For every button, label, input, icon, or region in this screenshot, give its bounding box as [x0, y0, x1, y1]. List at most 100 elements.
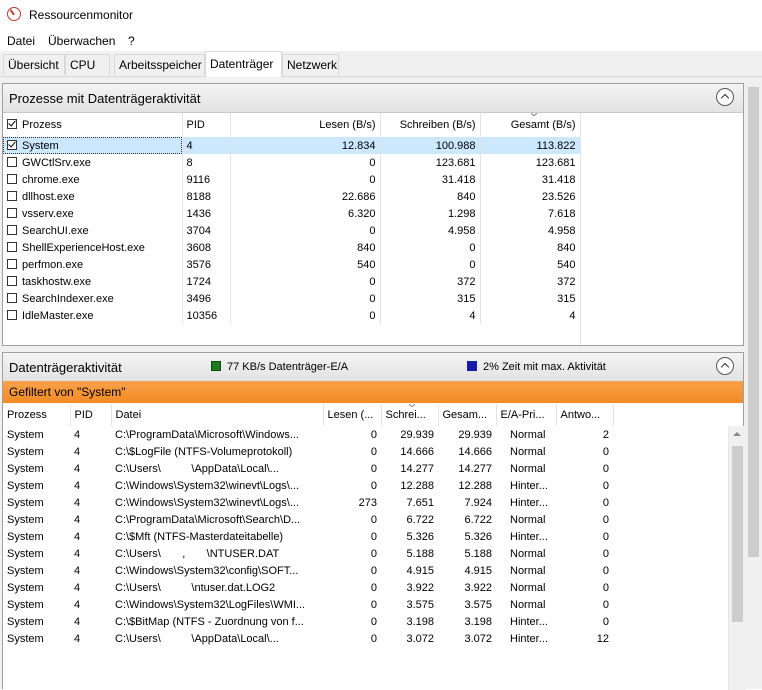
process-row[interactable]: taskhostw.exe 1724 0 372 372: [3, 273, 581, 290]
select-all-checkbox[interactable]: [7, 119, 17, 129]
disk-activity-row[interactable]: System 4 C:\Windows\System32\winevt\Logs\.…: [3, 494, 613, 511]
process-checkbox[interactable]: [7, 156, 17, 167]
disk-read-cell: 0: [370, 581, 377, 594]
disk-read-cell: 0: [370, 445, 377, 458]
col-datei[interactable]: Datei: [111, 404, 324, 426]
process-write-cell: 0: [380, 239, 481, 256]
process-checkbox[interactable]: [7, 207, 17, 218]
disk-panel-header[interactable]: Datenträgeraktivität 77 KB/s Datenträger…: [3, 353, 743, 382]
tab-uebersicht[interactable]: Übersicht: [3, 54, 65, 75]
disk-file-cell: C:\$LogFile (NTFS-Volumeprotokoll): [115, 445, 293, 458]
window-scrollbar-thumb[interactable]: [748, 87, 759, 557]
processes-panel-header[interactable]: Prozesse mit Datenträgeraktivität: [3, 84, 743, 113]
tab-datentraeger[interactable]: Datenträger: [205, 51, 282, 77]
col-prozess[interactable]: Prozess: [3, 404, 71, 426]
disk-read-cell: 0: [370, 530, 377, 543]
menu-datei[interactable]: Datei: [7, 34, 35, 48]
tab-cpu[interactable]: CPU: [65, 54, 110, 75]
disk-activity-row[interactable]: System 4 C:\$LogFile (NTFS-Volumeprotokoll…: [3, 443, 613, 460]
disk-activity-row[interactable]: System 4 C:\Windows\System32\config\SOFT..…: [3, 562, 613, 579]
disk-total-cell: 5.188: [464, 547, 492, 560]
process-checkbox[interactable]: [7, 139, 17, 150]
process-pid-cell: 10356: [182, 307, 231, 324]
sort-desc-icon: [409, 404, 415, 407]
process-checkbox[interactable]: [7, 292, 17, 303]
col-schreiben[interactable]: Schrei...: [381, 404, 439, 426]
disk-response-cell: 0: [602, 564, 609, 577]
collapse-processes-icon[interactable]: [716, 88, 734, 106]
disk-response-cell: 0: [602, 462, 609, 475]
disk-activity-row[interactable]: System 4 C:\Users\ , \NTUSER.DAT 0 5.188 5.18…: [3, 545, 613, 562]
collapse-disk-icon[interactable]: [716, 357, 734, 375]
process-total-cell: 540: [480, 256, 581, 273]
process-checkbox[interactable]: [7, 173, 17, 184]
disk-total-cell: 3.575: [464, 598, 492, 611]
process-row[interactable]: IdleMaster.exe 10356 0 4 4: [3, 307, 581, 324]
disk-table-scrollbar[interactable]: [728, 426, 746, 690]
col-pid[interactable]: PID: [70, 404, 112, 426]
disk-process-cell: System: [7, 564, 44, 577]
col-pid[interactable]: PID: [182, 113, 231, 137]
disk-activity-row[interactable]: System 4 C:\ProgramData\Microsoft\Windows.…: [3, 426, 613, 443]
col-gesamt[interactable]: Gesamt (B/s): [480, 113, 581, 137]
process-row[interactable]: SearchUI.exe 3704 0 4.958 4.958: [3, 222, 581, 239]
disk-activity-row[interactable]: System 4 C:\$BitMap (NTFS - Zuordnung von …: [3, 613, 613, 630]
process-row[interactable]: ShellExperienceHost.exe 3608 840 0 840: [3, 239, 581, 256]
disk-file-cell: C:\Users\ , \NTUSER.DAT: [115, 547, 280, 560]
process-checkbox[interactable]: [7, 241, 17, 252]
process-checkbox[interactable]: [7, 258, 17, 269]
disk-scrollbar-thumb[interactable]: [732, 446, 743, 622]
tab-netzwerk[interactable]: Netzwerk: [282, 54, 339, 75]
disk-total-cell: 7.924: [464, 496, 492, 509]
disk-activity-panel: Datenträgeraktivität 77 KB/s Datenträger…: [2, 352, 746, 690]
process-checkbox[interactable]: [7, 275, 17, 286]
process-read-cell: 840: [230, 239, 381, 256]
tab-arbeitsspeicher[interactable]: Arbeitsspeicher: [114, 54, 205, 75]
process-pid-cell: 8188: [182, 188, 231, 205]
disk-file-cell: C:\$Mft (NTFS-Masterdateitabelle): [115, 530, 284, 543]
disk-file-cell: C:\Windows\System32\winevt\Logs\...: [115, 479, 300, 492]
process-row[interactable]: dllhost.exe 8188 22.686 840 23.526: [3, 188, 581, 205]
scroll-up-icon[interactable]: [729, 426, 746, 443]
process-row[interactable]: chrome.exe 9116 0 31.418 31.418: [3, 171, 581, 188]
disk-activity-row[interactable]: System 4 C:\Users\ \AppData\Local\... 0 14.2…: [3, 460, 613, 477]
window-scrollbar[interactable]: [745, 83, 762, 689]
processes-panel-title: Prozesse mit Datenträgeraktivität: [9, 91, 201, 106]
disk-priority-cell: Normal: [510, 547, 546, 560]
process-checkbox[interactable]: [7, 309, 17, 320]
menu-help[interactable]: ?: [128, 34, 135, 48]
disk-read-cell: 0: [370, 598, 377, 611]
process-name-cell: taskhostw.exe: [3, 273, 183, 290]
process-pid-cell: 8: [182, 154, 231, 171]
col-prozess[interactable]: Prozess: [3, 113, 183, 137]
col-lesen[interactable]: Lesen (B/s): [230, 113, 381, 137]
menu-ueberwachen[interactable]: Überwachen: [48, 34, 115, 48]
process-checkbox[interactable]: [7, 224, 17, 235]
process-read-cell: 22.686: [230, 188, 381, 205]
process-row[interactable]: SearchIndexer.exe 3496 0 315 315: [3, 290, 581, 307]
disk-process-cell: System: [7, 615, 44, 628]
col-antwortzeit[interactable]: Antwo...: [556, 404, 614, 426]
disk-activity-row[interactable]: System 4 C:\$Mft (NTFS-Masterdateitabelle)…: [3, 528, 613, 545]
disk-activity-row[interactable]: System 4 C:\Users\ \AppData\Local\... 0 3.07…: [3, 630, 613, 647]
disk-activity-row[interactable]: System 4 C:\Users\ \ntuser.dat.LOG2 0 3.922 3…: [3, 579, 613, 596]
col-lesen[interactable]: Lesen (...: [323, 404, 382, 426]
disk-activity-row[interactable]: System 4 C:\Windows\System32\winevt\Logs\.…: [3, 477, 613, 494]
disk-read-cell: 0: [370, 632, 377, 645]
disk-pid-cell: 4: [74, 564, 81, 577]
disk-total-cell: 12.288: [458, 479, 492, 492]
process-read-cell: 540: [230, 256, 381, 273]
col-schreiben[interactable]: Schreiben (B/s): [380, 113, 481, 137]
process-checkbox[interactable]: [7, 190, 17, 201]
process-row[interactable]: vsserv.exe 1436 6.320 1.298 7.618: [3, 205, 581, 222]
col-ea-prioritaet[interactable]: E/A-Pri...: [496, 404, 557, 426]
process-row[interactable]: GWCtlSrv.exe 8 0 123.681 123.681: [3, 154, 581, 171]
process-row[interactable]: System 4 12.834 100.988 113.822: [3, 137, 581, 154]
col-gesamt[interactable]: Gesam...: [438, 404, 497, 426]
disk-activity-row[interactable]: System 4 C:\ProgramData\Microsoft\Search\D…: [3, 511, 613, 528]
disk-process-cell: System: [7, 598, 44, 611]
disk-response-cell: 0: [602, 496, 609, 509]
process-row[interactable]: perfmon.exe 3576 540 0 540: [3, 256, 581, 273]
disk-activity-row[interactable]: System 4 C:\Windows\System32\LogFiles\WMI.…: [3, 596, 613, 613]
process-write-cell: 372: [380, 273, 481, 290]
